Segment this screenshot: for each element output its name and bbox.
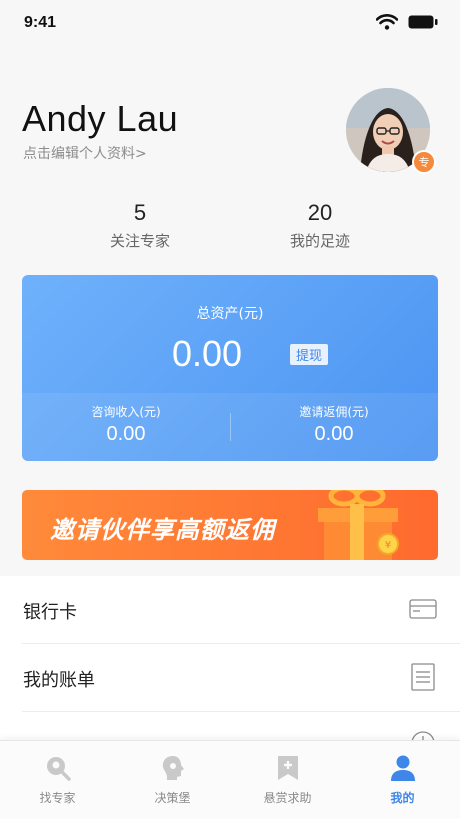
withdraw-button[interactable]: 提现 — [290, 344, 329, 365]
menu-item-label: 我的账单 — [23, 670, 95, 691]
status-time: 9:41 — [24, 14, 57, 31]
tab-label: 悬赏求助 — [263, 791, 312, 805]
tab-label: 我的 — [390, 791, 415, 805]
tab-decision[interactable]: 决策堡 — [115, 753, 230, 806]
consult-income-label: 咨询收入(元) — [91, 405, 161, 419]
edit-profile-link[interactable]: 点击编辑个人资料> — [23, 143, 147, 163]
menu-item-bank-card[interactable]: 银行卡 — [0, 576, 460, 644]
status-icons — [376, 14, 438, 30]
total-assets-amount: 0.00 — [172, 333, 243, 374]
user-icon — [345, 753, 460, 783]
tab-bounty[interactable]: 悬赏求助 — [230, 753, 345, 806]
consult-income-value: 0.00 — [106, 423, 146, 445]
invite-rebate: 邀请返佣(元) 0.00 — [230, 403, 438, 446]
total-assets-title: 总资产(元) — [196, 306, 264, 322]
menu-item-label: 银行卡 — [23, 602, 77, 623]
battery-icon — [408, 15, 438, 29]
invite-banner-text: 邀请伙伴享高额返佣 — [50, 516, 275, 544]
wifi-icon — [376, 14, 398, 30]
invite-rebate-value: 0.00 — [314, 423, 354, 445]
menu-list: 银行卡 我的账单 — [0, 576, 460, 755]
user-name: Andy Lau — [22, 98, 179, 139]
tab-bar: 找专家 决策堡 悬赏求助 我的 — [0, 740, 460, 819]
bill-icon — [408, 662, 438, 696]
stat-value: 20 — [307, 200, 333, 225]
stat-following-experts[interactable]: 5 关注专家 — [70, 200, 210, 251]
stat-footprints[interactable]: 20 我的足迹 — [250, 200, 390, 251]
status-bar: 9:41 — [0, 0, 460, 48]
svg-text:¥: ¥ — [385, 540, 391, 551]
edit-profile-label: 点击编辑个人资料 — [23, 146, 135, 162]
stat-label: 关注专家 — [109, 232, 170, 250]
stat-value: 5 — [133, 200, 147, 225]
stat-label: 我的足迹 — [289, 232, 350, 250]
tab-label: 找专家 — [39, 791, 76, 805]
bounty-icon — [230, 753, 345, 783]
search-expert-icon — [0, 753, 115, 783]
stats-row: 5 关注专家 20 我的足迹 — [0, 200, 460, 256]
tab-label: 决策堡 — [154, 791, 191, 805]
bulb-icon — [115, 753, 230, 783]
invite-banner[interactable]: 邀请伙伴享高额返佣 ¥ — [22, 490, 438, 560]
gift-icon: ¥ — [302, 490, 412, 560]
expert-badge: 专 — [412, 150, 436, 174]
bank-card-icon — [408, 594, 438, 628]
consult-income: 咨询收入(元) 0.00 — [22, 403, 230, 446]
chevron-right-icon: > — [135, 146, 147, 162]
tab-find-expert[interactable]: 找专家 — [0, 753, 115, 806]
asset-card: 总资产(元) 0.00 提现 咨询收入(元) 0.00 邀请返佣(元) 0.00 — [22, 275, 438, 461]
tab-mine[interactable]: 我的 — [345, 753, 460, 806]
profile-header: Andy Lau 点击编辑个人资料> 专 — [0, 80, 460, 190]
menu-item-my-bills[interactable]: 我的账单 — [0, 644, 460, 712]
invite-rebate-label: 邀请返佣(元) — [299, 405, 369, 419]
